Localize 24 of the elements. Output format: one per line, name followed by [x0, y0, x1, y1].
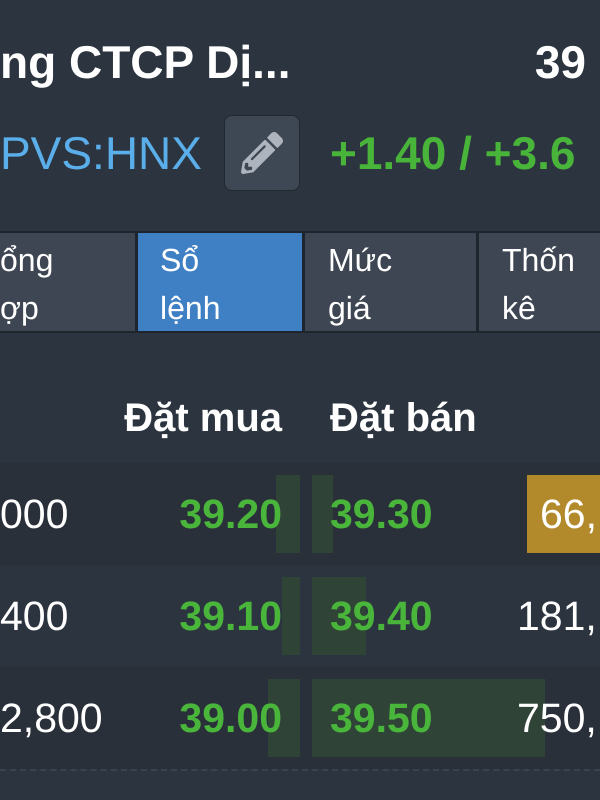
ticker-label: PVS:HNX: [0, 126, 202, 180]
column-header: Đặt mua: [124, 395, 282, 442]
tab[interactable]: ổng ợp: [0, 233, 135, 331]
tab[interactable]: Mức giá: [305, 233, 476, 331]
tab[interactable]: Thốn kê: [479, 233, 600, 331]
pencil-icon: [240, 132, 283, 174]
stock-name-title: ng CTCP Dị...: [0, 35, 290, 89]
tab[interactable]: Sổ lệnh: [138, 233, 302, 331]
ask-price: 39.50: [330, 694, 433, 742]
highlighted-value: 66,: [527, 475, 600, 553]
ask-price: 39.40: [330, 592, 433, 640]
bid-price: 39.00: [179, 694, 282, 742]
volume-text: 000: [0, 490, 68, 538]
volume-text: 2,800: [0, 694, 103, 742]
edit-button[interactable]: [224, 115, 300, 191]
ask-price: 39.30: [330, 490, 433, 538]
column-header: Đặt bán: [330, 396, 477, 440]
value-text: 181,: [517, 592, 597, 640]
price-value: 39: [534, 35, 586, 89]
price-change-text: +1.40 / +3.6: [330, 126, 576, 180]
bid-price: 39.10: [179, 592, 282, 640]
volume-text: 400: [0, 592, 68, 640]
value-text: 750,: [517, 694, 597, 742]
bid-price: 39.20: [179, 490, 282, 538]
